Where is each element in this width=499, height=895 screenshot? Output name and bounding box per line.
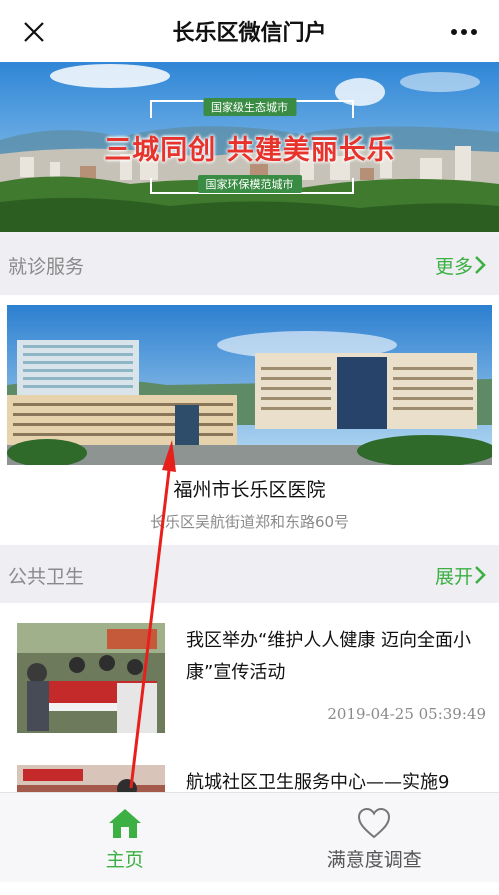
news-thumbnail (17, 623, 165, 733)
clinic-more-link[interactable]: 更多 (435, 252, 487, 279)
health-expand-link[interactable]: 展开 (435, 562, 487, 589)
list-item[interactable]: 航城社区卫生服务中心——实施9 (0, 745, 499, 793)
banner-slogan: 三城同创 共建美丽长乐 (104, 135, 395, 166)
heart-icon (358, 807, 391, 839)
bottom-tab-bar: 主页 满意度调查 (0, 792, 499, 883)
home-icon (108, 809, 141, 838)
health-section-header: 公共卫生 展开 (0, 545, 499, 605)
top-bar: 长乐区微信门户 (0, 0, 499, 62)
news-title: 我区举办“维护人人健康 迈向全面小康”宣传活动 (186, 630, 472, 683)
list-item[interactable]: 我区举办“维护人人健康 迈向全面小康”宣传活动 2019-04-25 05:39… (0, 603, 499, 753)
news-list: 我区举办“维护人人健康 迈向全面小康”宣传活动 2019-04-25 05:39… (0, 603, 499, 793)
tab-survey-label: 满意度调查 (326, 849, 422, 871)
tab-home[interactable]: 主页 (0, 793, 250, 883)
hospital-photo (7, 305, 492, 465)
close-icon[interactable] (22, 20, 46, 44)
chevron-right-icon (475, 256, 486, 274)
banner-top-tag: 国家级生态城市 (203, 98, 296, 116)
clinic-section-header: 就诊服务 更多 (0, 235, 499, 295)
city-banner[interactable]: 国家级生态城市 三城同创 共建美丽长乐 国家环保模范城市 (0, 62, 499, 232)
tab-home-label: 主页 (105, 849, 144, 871)
news-title: 航城社区卫生服务中心——实施9 (186, 772, 450, 793)
clinic-more-label: 更多 (434, 255, 473, 278)
chevron-right-icon (475, 566, 486, 584)
hospital-card[interactable]: 福州市长乐区医院 长乐区吴航街道郑和东路60号 (0, 295, 499, 545)
health-expand-label: 展开 (434, 565, 473, 588)
banner-bottom-tag: 国家环保模范城市 (197, 175, 302, 193)
hospital-address: 长乐区吴航街道郑和东路60号 (149, 513, 350, 531)
health-section-title: 公共卫生 (8, 565, 85, 588)
more-dots-icon[interactable] (449, 22, 479, 42)
hospital-name: 福州市长乐区医院 (173, 479, 326, 501)
page-title: 长乐区微信门户 (172, 21, 327, 46)
news-date: 2019-04-25 05:39:49 (327, 705, 486, 723)
clinic-section-title: 就诊服务 (8, 255, 85, 278)
bottom-strip (0, 882, 499, 895)
tab-satisfaction-survey[interactable]: 满意度调查 (250, 793, 499, 883)
news-thumbnail (17, 765, 165, 793)
